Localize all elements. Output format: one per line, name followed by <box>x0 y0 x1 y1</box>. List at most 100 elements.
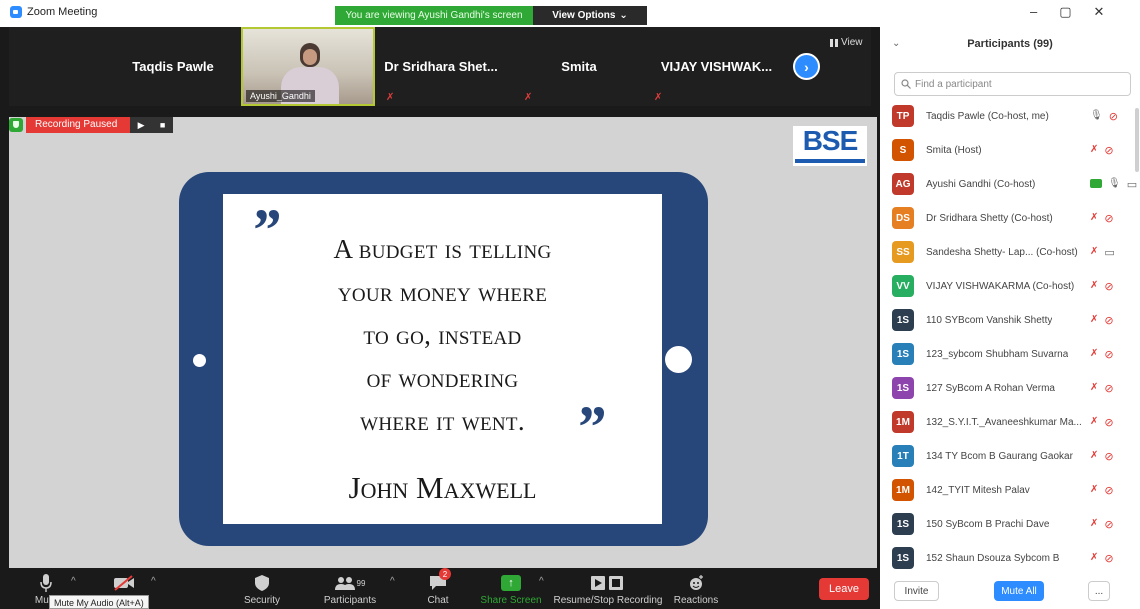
video-off-icon[interactable]: ⊘ <box>1104 416 1113 429</box>
participant-status-icons: ✗ ⊘ <box>1090 382 1114 395</box>
mic-muted-icon[interactable]: ✗ <box>1090 212 1098 225</box>
video-off-icon[interactable]: ⊘ <box>1104 450 1113 463</box>
participant-row[interactable]: 1S 150 SyBcom B Prachi Dave ✗ ⊘ <box>880 507 1138 541</box>
participants-button[interactable]: 99 Participants <box>319 568 381 609</box>
participant-row[interactable]: 1S 127 SyBcom A Rohan Verma ✗ ⊘ <box>880 371 1138 405</box>
participant-row[interactable]: TP Taqdis Pawle (Co-host, me) 🎙 ⊘ <box>880 99 1138 133</box>
video-camera-icon[interactable]: ▭ <box>1127 178 1137 191</box>
participant-row[interactable]: AG Ayushi Gandhi (Co-host) 🎙 ▭ <box>880 167 1138 201</box>
avatar: S <box>892 139 914 161</box>
audio-options-caret-icon[interactable]: ^ <box>71 576 76 587</box>
mic-muted-icon[interactable]: ✗ <box>1090 518 1098 531</box>
participant-row[interactable]: VV VIJAY VISHWAKARMA (Co-host) ✗ ⊘ <box>880 269 1138 303</box>
microphone-icon[interactable]: 🎙 <box>1108 178 1121 191</box>
reactions-button[interactable]: Reactions <box>673 568 719 609</box>
microphone-icon[interactable]: 🎙 <box>1090 110 1103 123</box>
mic-muted-icon[interactable]: ✗ <box>1090 348 1098 361</box>
video-camera-icon[interactable]: ▭ <box>1104 246 1114 259</box>
video-off-icon[interactable]: ⊘ <box>1104 314 1113 327</box>
restore-icon[interactable]: ▢ <box>1059 4 1071 20</box>
view-label: View <box>841 37 863 48</box>
title-bar: Zoom Meeting You are viewing Ayushi Gand… <box>0 0 880 27</box>
participant-tile[interactable]: Smita ✗ <box>519 27 639 106</box>
mic-muted-icon[interactable]: ✗ <box>1090 484 1098 497</box>
video-strip: Taqdis Pawle Ayushi_Gandhi Dr Sridhara S… <box>9 27 871 106</box>
avatar: VV <box>892 275 914 297</box>
mute-all-button[interactable]: Mute All <box>994 581 1044 601</box>
chevron-right-icon[interactable]: › <box>793 53 820 80</box>
close-quote-mark: ” <box>575 394 605 460</box>
mic-muted-icon[interactable]: ✗ <box>1090 314 1098 327</box>
view-button[interactable]: View <box>830 37 863 48</box>
participant-row[interactable]: 1S 123_sybcom Shubham Suvarna ✗ ⊘ <box>880 337 1138 371</box>
mic-muted-icon[interactable]: ✗ <box>1090 280 1098 293</box>
video-options-caret-icon[interactable]: ^ <box>151 576 156 587</box>
chat-unread-badge: 2 <box>439 568 451 580</box>
mic-muted-icon[interactable]: ✗ <box>1090 382 1098 395</box>
participant-tile[interactable]: Taqdis Pawle <box>114 27 232 106</box>
video-off-icon[interactable]: ⊘ <box>1104 518 1113 531</box>
play-icon[interactable]: ▶ <box>138 120 145 131</box>
security-label: Security <box>243 595 281 606</box>
participant-row[interactable]: 1T 134 TY Bcom B Gaurang Gaokar ✗ ⊘ <box>880 439 1138 473</box>
stop-icon[interactable]: ■ <box>160 120 165 130</box>
bse-logo-text: BSE <box>802 125 859 156</box>
participants-options-caret-icon[interactable]: ^ <box>390 576 395 587</box>
scrollbar[interactable] <box>1135 108 1139 172</box>
participant-row[interactable]: 1S 110 SYBcom Vanshik Shetty ✗ ⊘ <box>880 303 1138 337</box>
participant-tile-name: Taqdis Pawle <box>132 59 214 74</box>
mic-muted-icon[interactable]: ✗ <box>1090 246 1098 259</box>
shield-icon <box>255 573 269 593</box>
avatar: 1M <box>892 411 914 433</box>
security-button[interactable]: Security <box>239 568 285 609</box>
share-screen-button[interactable]: ↑ Share Screen <box>480 568 542 609</box>
participant-name: VIJAY VISHWAKARMA (Co-host) <box>926 280 1075 292</box>
video-off-icon[interactable]: ⊘ <box>1109 110 1118 123</box>
invite-button[interactable]: Invite <box>894 581 939 601</box>
share-screen-label: Share Screen <box>480 595 542 606</box>
participant-name: 134 TY Bcom B Gaurang Gaokar <box>926 450 1073 462</box>
chat-button[interactable]: 2 Chat <box>423 568 453 609</box>
participant-name: Ayushi Gandhi (Co-host) <box>926 178 1036 190</box>
more-options-button[interactable]: ... <box>1088 581 1110 601</box>
close-icon[interactable]: ✕ <box>1094 4 1105 20</box>
resume-stop-recording-button[interactable]: Resume/Stop Recording <box>553 568 663 609</box>
mic-muted-icon[interactable]: ✗ <box>1090 552 1098 565</box>
share-options-caret-icon[interactable]: ^ <box>539 576 544 587</box>
shield-icon[interactable] <box>9 118 23 132</box>
participant-tile[interactable]: Dr Sridhara Shet... ✗ <box>381 27 501 106</box>
participant-tile[interactable]: VIJAY VISHWAK... ✗ <box>654 27 779 106</box>
participant-row[interactable]: 1M 132_S.Y.I.T._Avaneeshkumar Ma... ✗ ⊘ <box>880 405 1138 439</box>
mic-muted-icon: ✗ <box>386 92 395 103</box>
participant-row[interactable]: SS Sandesha Shetty- Lap... (Co-host) ✗ ▭ <box>880 235 1138 269</box>
video-off-icon[interactable]: ⊘ <box>1104 382 1113 395</box>
video-off-icon[interactable]: ⊘ <box>1104 212 1113 225</box>
participants-count: 99 <box>356 578 366 588</box>
minimize-icon[interactable]: – <box>1030 4 1037 20</box>
participant-face <box>303 49 317 65</box>
video-off-icon[interactable]: ⊘ <box>1104 144 1113 157</box>
screen-sharing-icon <box>1090 178 1102 188</box>
video-off-icon[interactable]: ⊘ <box>1104 348 1113 361</box>
video-off-icon[interactable]: ⊘ <box>1104 280 1113 293</box>
avatar: 1T <box>892 445 914 467</box>
quote-line: A budget is telling <box>333 234 552 264</box>
video-off-icon[interactable]: ⊘ <box>1104 484 1113 497</box>
participant-status-icons: ✗ ⊘ <box>1090 348 1114 361</box>
participant-video[interactable]: Ayushi_Gandhi <box>241 27 375 106</box>
participant-row[interactable]: S Smita (Host) ✗ ⊘ <box>880 133 1138 167</box>
avatar: 1S <box>892 377 914 399</box>
video-off-icon[interactable]: ⊘ <box>1104 552 1113 565</box>
participant-row[interactable]: 1S 152 Shaun Dsouza Sybcom B ✗ ⊘ <box>880 541 1138 569</box>
viewing-screen-banner: You are viewing Ayushi Gandhi's screen <box>335 6 533 25</box>
participant-row[interactable]: 1M 142_TYIT Mitesh Palav ✗ ⊘ <box>880 473 1138 507</box>
mic-muted-icon[interactable]: ✗ <box>1090 144 1098 157</box>
participant-row[interactable]: DS Dr Sridhara Shetty (Co-host) ✗ ⊘ <box>880 201 1138 235</box>
chevron-down-icon[interactable]: ⌄ <box>892 38 900 49</box>
view-options-button[interactable]: View Options ⌄ <box>533 6 647 25</box>
zoom-logo-icon <box>10 6 22 18</box>
mic-muted-icon[interactable]: ✗ <box>1090 416 1098 429</box>
leave-button[interactable]: Leave <box>819 578 869 600</box>
search-participant-input[interactable]: Find a participant <box>894 72 1131 96</box>
mic-muted-icon[interactable]: ✗ <box>1090 450 1098 463</box>
